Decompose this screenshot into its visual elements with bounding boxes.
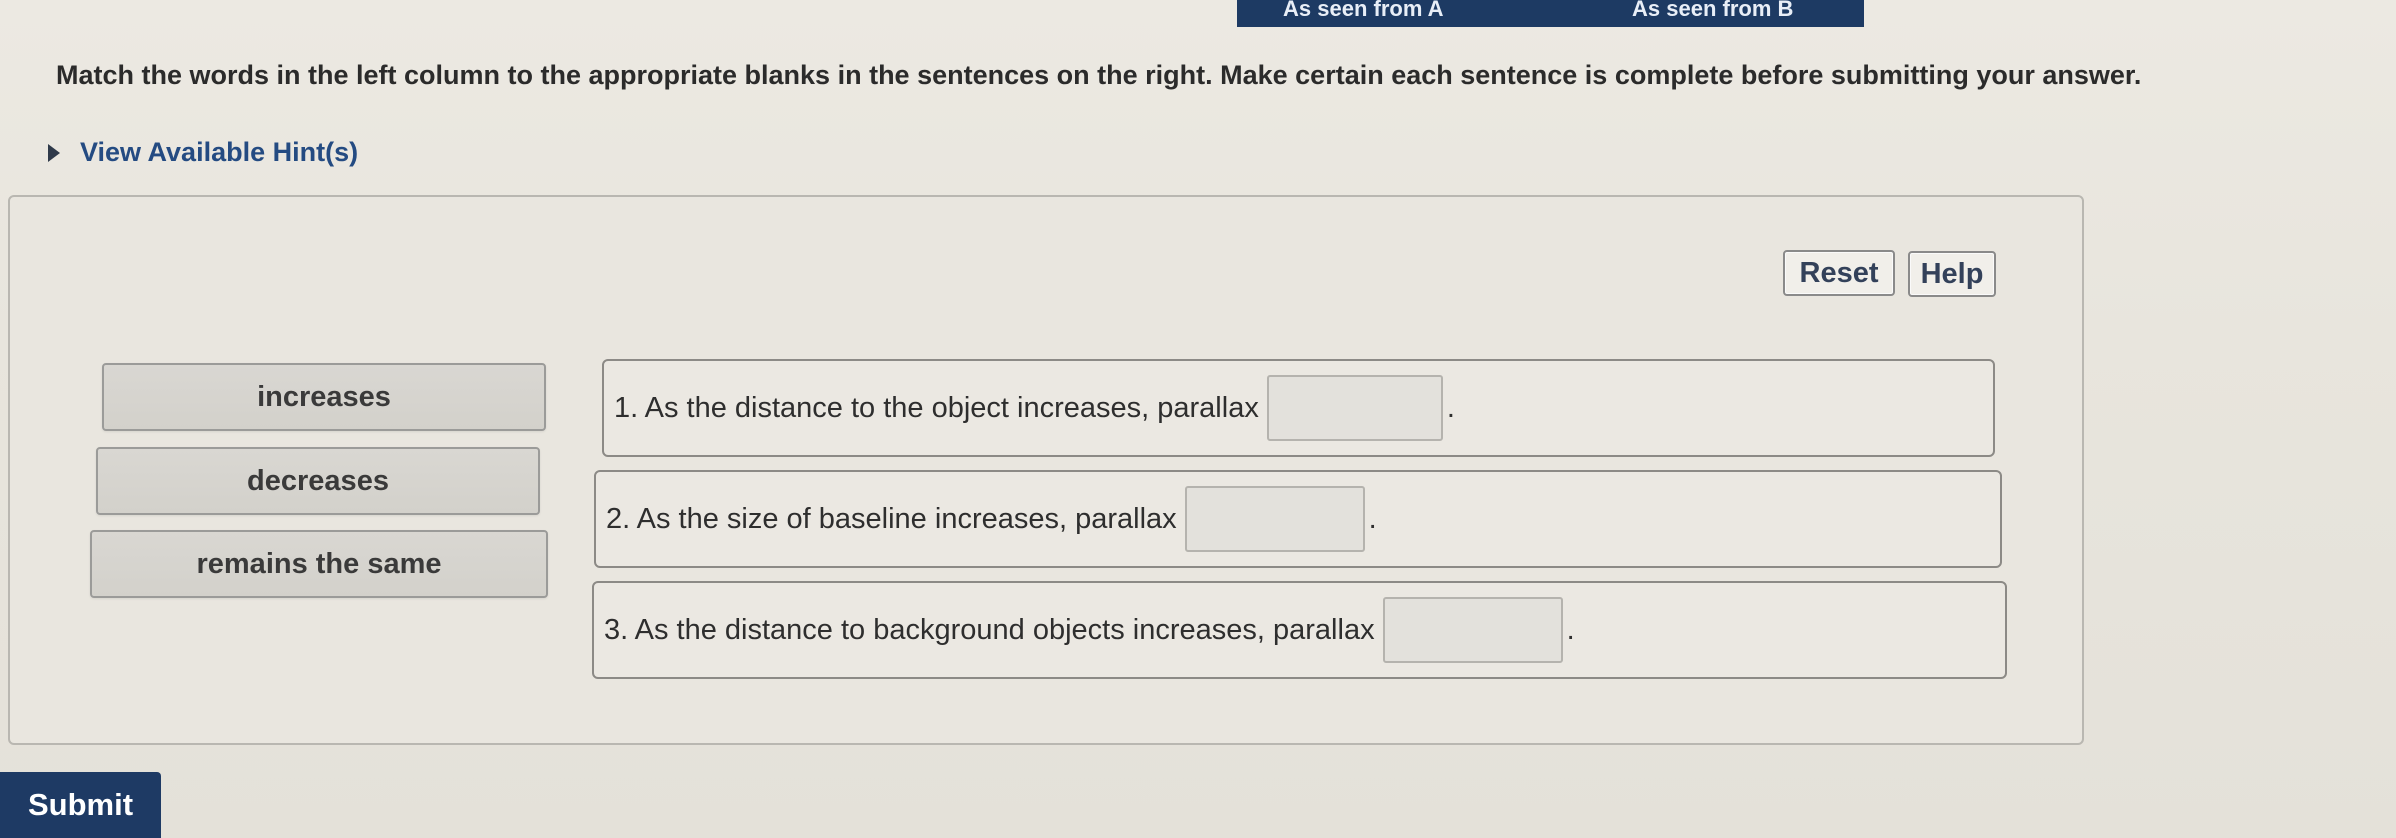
image-tab-bar: As seen from A As seen from B xyxy=(1237,0,1864,27)
sentence-3-blank[interactable] xyxy=(1382,597,1563,663)
tab-as-seen-from-a: As seen from A xyxy=(1283,0,1444,21)
question-instructions: Match the words in the left column to th… xyxy=(56,60,2142,90)
sentence-2-text: 2. As the size of baseline increases, pa… xyxy=(606,502,1177,535)
word-tile-remains-the-same[interactable]: remains the same xyxy=(90,530,548,598)
word-tile-decreases[interactable]: decreases xyxy=(96,447,540,515)
sentence-1: 1. As the distance to the object increas… xyxy=(602,359,1995,457)
sentence-1-blank[interactable] xyxy=(1266,375,1443,441)
tab-as-seen-from-b: As seen from B xyxy=(1632,0,1794,21)
sentence-3-period: . xyxy=(1566,613,1575,646)
sentence-2-period: . xyxy=(1368,502,1377,535)
view-hints-label[interactable]: View Available Hint(s) xyxy=(80,137,358,168)
sentence-1-text: 1. As the distance to the object increas… xyxy=(614,391,1259,424)
submit-button[interactable]: Submit xyxy=(0,772,161,838)
help-button[interactable]: Help xyxy=(1908,251,1996,297)
sentence-1-period: . xyxy=(1446,391,1455,424)
view-hints-toggle[interactable]: View Available Hint(s) xyxy=(48,137,358,168)
word-tile-increases[interactable]: increases xyxy=(102,363,546,431)
reset-button[interactable]: Reset xyxy=(1783,250,1895,296)
sentence-3: 3. As the distance to background objects… xyxy=(592,581,2007,679)
sentence-2-blank[interactable] xyxy=(1184,486,1365,552)
matching-panel: Reset Help increases decreases remains t… xyxy=(8,195,2084,745)
triangle-right-icon xyxy=(48,143,60,162)
sentence-2: 2. As the size of baseline increases, pa… xyxy=(594,470,2002,568)
sentence-3-text: 3. As the distance to background objects… xyxy=(604,613,1375,646)
